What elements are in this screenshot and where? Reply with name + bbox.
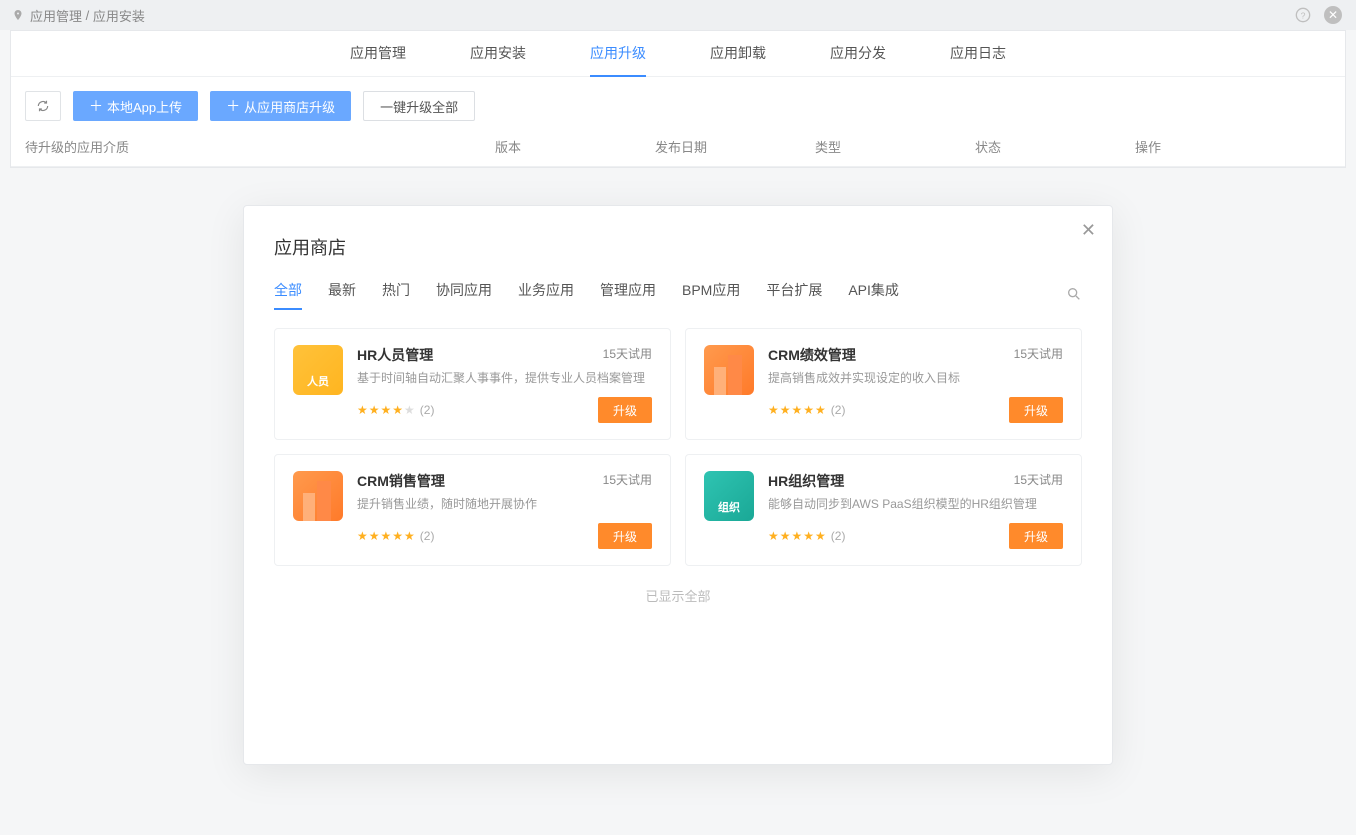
app-card[interactable]: CRM绩效管理 15天试用提高销售成效并实现设定的收入目标 ★★★★★ (2) 升级 xyxy=(685,328,1082,440)
upgrade-button[interactable]: 升级 xyxy=(598,523,652,549)
all-shown-label: 已显示全部 xyxy=(274,586,1082,605)
close-icon[interactable]: ✕ xyxy=(1322,4,1344,26)
breadcrumb-bar: 应用管理 / 应用安装 ? ✕ xyxy=(0,0,1356,30)
modal-title: 应用商店 xyxy=(274,234,1082,260)
category-tab[interactable]: 热门 xyxy=(382,280,410,310)
app-store-modal: ✕ 应用商店 全部最新热门协同应用业务应用管理应用BPM应用平台扩展API集成 … xyxy=(243,205,1113,765)
modal-close-icon[interactable]: ✕ xyxy=(1081,220,1096,241)
app-name: CRM销售管理 xyxy=(357,471,445,491)
app-description: 提升销售业绩，随时随地开展协作 xyxy=(357,495,652,513)
table-column-header: 操作 xyxy=(1135,137,1331,156)
modal-category-tabs: 全部最新热门协同应用业务应用管理应用 BPM应用平台扩展 API集成 xyxy=(274,280,1082,310)
toolbar: ＋ 本地App上传 ＋ 从应用商店升级 一键升级全部 xyxy=(11,77,1345,131)
nav-tab[interactable]: 应用管理 xyxy=(350,31,406,77)
category-tab[interactable]: 最新 xyxy=(328,280,356,310)
category-tab[interactable]: 协同应用 xyxy=(436,280,492,310)
app-card[interactable]: 组织 HR组织管理 15天试用能够自动同步到AWS PaaS组织模型的HR组织管理 ★… xyxy=(685,454,1082,566)
plus-icon: ＋ xyxy=(89,96,103,116)
app-name: CRM绩效管理 xyxy=(768,345,856,365)
app-icon: 组织 xyxy=(704,471,754,521)
nav-tab[interactable]: 应用升级 xyxy=(590,31,646,77)
table-column-header: 状态 xyxy=(975,137,1135,156)
table-column-header: 类型 xyxy=(815,137,975,156)
breadcrumb-parent[interactable]: 应用管理 xyxy=(30,6,82,25)
app-name: HR组织管理 xyxy=(768,471,844,491)
upgrade-button[interactable]: 升级 xyxy=(1009,397,1063,423)
table-column-header: 发布日期 xyxy=(655,137,815,156)
rating-count: (2) xyxy=(831,529,846,543)
category-tab[interactable]: BPM应用 xyxy=(682,280,740,310)
upgrade-button[interactable]: 升级 xyxy=(1009,523,1063,549)
location-icon xyxy=(12,9,30,21)
table-column-header: 版本 xyxy=(495,137,655,156)
upgrade-from-store-button[interactable]: ＋ 从应用商店升级 xyxy=(210,91,351,121)
upload-local-app-button[interactable]: ＋ 本地App上传 xyxy=(73,91,198,121)
rating-count: (2) xyxy=(420,529,435,543)
breadcrumb-current: 应用安装 xyxy=(93,6,145,25)
trial-badge: 15天试用 xyxy=(603,471,652,488)
trial-badge: 15天试用 xyxy=(603,345,652,362)
rating-stars: ★★★★★ xyxy=(357,529,416,543)
search-icon[interactable] xyxy=(1066,286,1082,305)
main-tabs: 应用管理 应用安装 应用升级 应用卸载 应用分发 应用日志 xyxy=(11,31,1345,77)
table-column-header: 待升级的应用介质 xyxy=(25,137,495,156)
category-tab[interactable]: API集成 xyxy=(848,280,899,310)
trial-badge: 15天试用 xyxy=(1014,345,1063,362)
upgrade-all-button[interactable]: 一键升级全部 xyxy=(363,91,475,121)
rating-stars: ★★★★★ xyxy=(768,403,827,417)
category-tab[interactable]: 管理应用 xyxy=(600,280,656,310)
refresh-button[interactable] xyxy=(25,91,61,121)
app-card[interactable]: CRM销售管理 15天试用提升销售业绩，随时随地开展协作 ★★★★★ (2) 升级 xyxy=(274,454,671,566)
nav-tab[interactable]: 应用安装 xyxy=(470,31,526,77)
rating-count: (2) xyxy=(831,403,846,417)
nav-tab[interactable]: 应用日志 xyxy=(950,31,1006,77)
rating-stars: ★★★★★ xyxy=(357,403,416,417)
rating-stars: ★★★★★ xyxy=(768,529,827,543)
app-description: 能够自动同步到AWS PaaS组织模型的HR组织管理 xyxy=(768,495,1063,513)
svg-text:?: ? xyxy=(1301,10,1306,20)
category-tab[interactable]: 业务应用 xyxy=(518,280,574,310)
nav-tab[interactable]: 应用分发 xyxy=(830,31,886,77)
trial-badge: 15天试用 xyxy=(1014,471,1063,488)
app-icon xyxy=(704,345,754,395)
app-icon xyxy=(293,471,343,521)
table-header-row: 待升级的应用介质版本发布日期类型状态操作 xyxy=(11,131,1345,167)
nav-tab[interactable]: 应用卸载 xyxy=(710,31,766,77)
app-description: 提高销售成效并实现设定的收入目标 xyxy=(768,369,1063,387)
app-card[interactable]: 人员 HR人员管理 15天试用基于时间轴自动汇聚人事事件，提供专业人员档案管理 ★★★… xyxy=(274,328,671,440)
help-icon[interactable]: ? xyxy=(1292,4,1314,26)
category-tab[interactable]: 全部 xyxy=(274,280,302,310)
upgrade-button[interactable]: 升级 xyxy=(598,397,652,423)
plus-icon: ＋ xyxy=(226,96,240,116)
app-description: 基于时间轴自动汇聚人事事件，提供专业人员档案管理 xyxy=(357,369,652,387)
app-name: HR人员管理 xyxy=(357,345,433,365)
category-tab[interactable]: 平台扩展 xyxy=(766,280,822,310)
rating-count: (2) xyxy=(420,403,435,417)
app-icon: 人员 xyxy=(293,345,343,395)
